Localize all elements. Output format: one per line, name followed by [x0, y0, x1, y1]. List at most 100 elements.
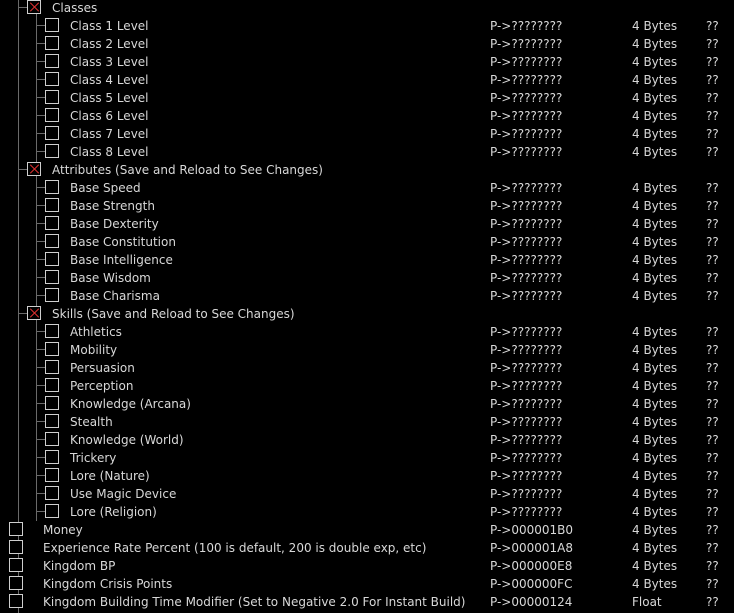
checkbox[interactable] [9, 594, 23, 608]
table-row[interactable]: Class 5 Level P->???????? 4 Bytes?? [0, 89, 734, 107]
table-row[interactable]: Base Intelligence P->???????? 4 Bytes?? [0, 251, 734, 269]
table-row[interactable]: Kingdom Building Time Modifier (Set to N… [0, 593, 734, 611]
row-type: 4 Bytes [632, 505, 678, 519]
table-row[interactable]: Class 7 Level P->???????? 4 Bytes?? [0, 125, 734, 143]
table-row[interactable]: Persuasion P->???????? 4 Bytes?? [0, 359, 734, 377]
table-row[interactable]: Base Dexterity P->???????? 4 Bytes?? [0, 215, 734, 233]
group-row[interactable]: Skills (Save and Reload to See Changes) [0, 305, 734, 323]
checkbox[interactable] [45, 252, 59, 266]
table-row[interactable]: Mobility P->???????? 4 Bytes?? [0, 341, 734, 359]
tree-connector [36, 403, 45, 404]
checkbox[interactable] [45, 450, 59, 464]
checkbox[interactable] [45, 432, 59, 446]
table-row[interactable]: Use Magic Device P->???????? 4 Bytes?? [0, 485, 734, 503]
table-row[interactable]: Base Wisdom P->???????? 4 Bytes?? [0, 269, 734, 287]
table-row[interactable]: Lore (Nature) P->???????? 4 Bytes?? [0, 467, 734, 485]
tree-connector [36, 97, 45, 98]
row-value: ?? [706, 19, 719, 33]
checkbox[interactable] [9, 558, 23, 572]
table-row[interactable]: Kingdom Crisis Points P->000000FC 4 Bytes?… [0, 575, 734, 593]
checkbox[interactable] [45, 72, 59, 86]
checkbox[interactable] [9, 576, 23, 590]
group-row[interactable]: Attributes (Save and Reload to See Chang… [0, 161, 734, 179]
checkbox[interactable] [45, 288, 59, 302]
table-row[interactable]: Knowledge (Arcana) P->???????? 4 Bytes?? [0, 395, 734, 413]
checked-checkbox[interactable] [27, 0, 41, 14]
table-row[interactable]: Lore (Religion) P->???????? 4 Bytes?? [0, 503, 734, 521]
table-row[interactable]: Perception P->???????? 4 Bytes?? [0, 377, 734, 395]
row-address: P->???????? [490, 55, 563, 69]
checkbox[interactable] [45, 504, 59, 518]
checkbox[interactable] [45, 90, 59, 104]
tree-connector [36, 259, 45, 260]
checkbox[interactable] [45, 18, 59, 32]
table-row[interactable]: Base Strength P->???????? 4 Bytes?? [0, 197, 734, 215]
table-row[interactable]: Class 1 Level P->???????? 4 Bytes?? [0, 17, 734, 35]
checkbox[interactable] [45, 126, 59, 140]
row-description: Class 8 Level [70, 145, 149, 159]
checkbox[interactable] [45, 396, 59, 410]
table-row[interactable]: Kingdom BP P->000000E8 4 Bytes?? [0, 557, 734, 575]
tree-connector [36, 223, 45, 224]
row-description: Kingdom Building Time Modifier (Set to N… [43, 595, 466, 609]
table-row[interactable]: Class 3 Level P->???????? 4 Bytes?? [0, 53, 734, 71]
tree-connector [36, 439, 45, 440]
tree-connector [36, 367, 45, 368]
tree-connector [36, 277, 45, 278]
row-value: ?? [706, 325, 719, 339]
checkbox[interactable] [45, 360, 59, 374]
checkbox[interactable] [45, 270, 59, 284]
row-type: 4 Bytes [632, 361, 678, 375]
table-row[interactable]: Class 2 Level P->???????? 4 Bytes?? [0, 35, 734, 53]
checkbox[interactable] [45, 180, 59, 194]
table-row[interactable]: Base Speed P->???????? 4 Bytes?? [0, 179, 734, 197]
checkbox[interactable] [45, 342, 59, 356]
table-row[interactable]: Trickery P->???????? 4 Bytes?? [0, 449, 734, 467]
row-description: Experience Rate Percent (100 is default,… [43, 541, 427, 555]
checkbox[interactable] [45, 54, 59, 68]
tree-connector [36, 79, 45, 80]
row-value: ?? [706, 361, 719, 375]
checkbox[interactable] [45, 486, 59, 500]
checkbox[interactable] [9, 540, 23, 554]
row-address: P->???????? [490, 235, 563, 249]
table-row[interactable]: Stealth P->???????? 4 Bytes?? [0, 413, 734, 431]
checkbox[interactable] [45, 108, 59, 122]
row-description: Class 3 Level [70, 55, 149, 69]
row-type: 4 Bytes [632, 55, 678, 69]
table-row[interactable]: Class 6 Level P->???????? 4 Bytes?? [0, 107, 734, 125]
row-address: P->???????? [490, 199, 563, 213]
checkbox[interactable] [45, 36, 59, 50]
checkbox[interactable] [45, 468, 59, 482]
table-row[interactable]: Class 4 Level P->???????? 4 Bytes?? [0, 71, 734, 89]
checkbox[interactable] [45, 144, 59, 158]
group-row[interactable]: Classes [0, 0, 734, 17]
table-row[interactable]: Experience Rate Percent (100 is default,… [0, 539, 734, 557]
table-row[interactable]: Class 8 Level P->???????? 4 Bytes?? [0, 143, 734, 161]
checked-checkbox[interactable] [27, 162, 41, 176]
row-address: P->???????? [490, 19, 563, 33]
table-row[interactable]: Base Constitution P->???????? 4 Bytes?? [0, 233, 734, 251]
row-description: Trickery [70, 451, 117, 465]
checkbox[interactable] [9, 522, 23, 536]
table-row[interactable]: Base Charisma P->???????? 4 Bytes?? [0, 287, 734, 305]
table-row[interactable]: Athletics P->???????? 4 Bytes?? [0, 323, 734, 341]
row-description: Knowledge (World) [70, 433, 184, 447]
row-address: P->???????? [490, 271, 563, 285]
row-description: Knowledge (Arcana) [70, 397, 191, 411]
checkbox[interactable] [45, 324, 59, 338]
checkbox[interactable] [45, 414, 59, 428]
row-value: ?? [706, 397, 719, 411]
row-description: Class 6 Level [70, 109, 149, 123]
checkbox[interactable] [45, 216, 59, 230]
row-description: Stealth [70, 415, 113, 429]
checkbox[interactable] [45, 234, 59, 248]
row-description: Base Strength [70, 199, 155, 213]
tree-connector [36, 457, 45, 458]
table-row[interactable]: Money P->000001B0 4 Bytes?? [0, 521, 734, 539]
checked-checkbox[interactable] [27, 306, 41, 320]
row-type: 4 Bytes [632, 37, 678, 51]
table-row[interactable]: Knowledge (World) P->???????? 4 Bytes?? [0, 431, 734, 449]
checkbox[interactable] [45, 378, 59, 392]
checkbox[interactable] [45, 198, 59, 212]
